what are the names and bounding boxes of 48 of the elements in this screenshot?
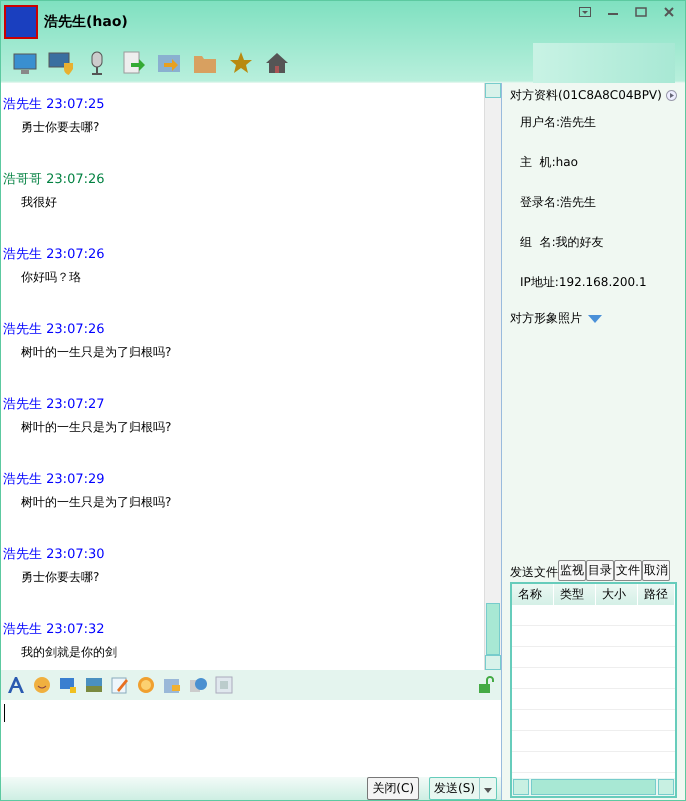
scrollbar-thumb[interactable] [486, 603, 500, 655]
message-header: 浩哥哥 23:07:26 [2, 171, 105, 188]
file-action-button[interactable]: 目录 [586, 560, 614, 581]
column-header[interactable]: 类型 [554, 584, 596, 605]
scrollbar-thumb[interactable] [531, 779, 656, 795]
font-icon[interactable] [6, 674, 26, 695]
window-title: 浩先生(hao) [44, 13, 129, 31]
profile-field: 登录名:浩先生 [520, 195, 596, 209]
profile-field: 用户名:浩先生 [520, 115, 596, 129]
profile-field: IP地址:192.168.200.1 [520, 275, 647, 289]
message-header: 浩先生 23:07:30 [2, 546, 105, 563]
message-header: 浩先生 23:07:26 [2, 321, 105, 338]
close-button[interactable]: 关闭(C) [367, 777, 420, 800]
profile-heading: 对方资料(01C8A8C04BPV) [510, 87, 662, 104]
unlocked-padlock-icon[interactable] [476, 674, 496, 695]
message-text: 树叶的一生只是为了归根吗? [20, 419, 172, 436]
smiley-icon[interactable] [32, 674, 52, 695]
message-text: 勇士你要去哪? [20, 569, 100, 586]
send-button[interactable]: 发送(S) [429, 777, 479, 800]
send-file-label: 发送文件 [510, 564, 558, 581]
dropdown-icon[interactable] [579, 7, 591, 17]
send-options-button[interactable] [479, 777, 497, 800]
message-header: 浩先生 23:07:29 [2, 471, 105, 488]
column-header[interactable]: 大小 [596, 584, 638, 605]
profile-field: 组 名:我的好友 [520, 235, 604, 249]
message-header: 浩先生 23:07:25 [2, 96, 105, 113]
profile-field: 主 机:hao [520, 155, 578, 169]
message-header: 浩先生 23:07:32 [2, 621, 105, 638]
maximize-icon[interactable] [635, 7, 647, 17]
message-text: 我很好 [20, 194, 57, 211]
dropdown-triangle-icon[interactable] [588, 314, 602, 322]
column-header[interactable]: 名称 [512, 584, 554, 605]
message-text: 我的剑就是你的剑 [20, 644, 117, 661]
message-text: 勇士你要去哪? [20, 119, 100, 136]
close-icon[interactable] [663, 7, 675, 17]
column-header[interactable]: 路径 [638, 584, 675, 605]
message-text: 你好吗？珞 [20, 269, 81, 286]
message-header: 浩先生 23:07:26 [2, 246, 105, 263]
pencil-note-icon[interactable] [110, 674, 130, 695]
message-text: 树叶的一生只是为了归根吗? [20, 344, 172, 361]
photo-label: 对方形象照片 [510, 310, 582, 327]
message-header: 浩先生 23:07:27 [2, 396, 105, 413]
file-action-button[interactable]: 监视 [558, 560, 586, 581]
file-action-button[interactable]: 文件 [614, 560, 642, 581]
file-action-button[interactable]: 取消 [642, 560, 670, 581]
caret-icon[interactable] [484, 788, 492, 792]
message-text: 树叶的一生只是为了归根吗? [20, 494, 172, 511]
user-avatar [4, 5, 38, 39]
